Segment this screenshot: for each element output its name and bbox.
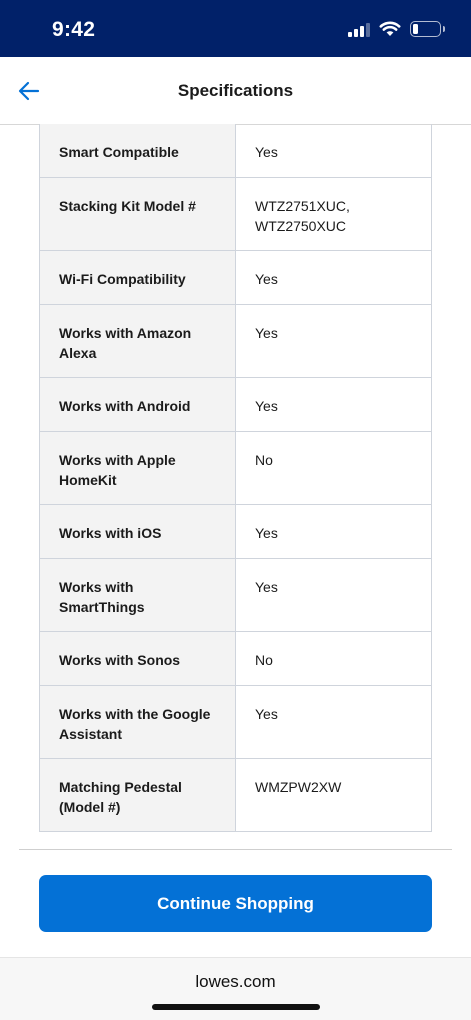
spec-label: Works with Android [40, 378, 236, 431]
spec-label: Smart Compatible [40, 124, 236, 177]
status-bar: 9:42 [0, 0, 471, 57]
spec-value: No [255, 452, 273, 468]
spec-row: Works with Apple HomeKit No [40, 432, 431, 505]
header: Specifications [0, 57, 471, 125]
spec-row: Works with the Google Assistant Yes [40, 686, 431, 759]
home-indicator[interactable] [152, 1004, 320, 1010]
browser-bar: lowes.com [0, 957, 471, 1020]
spec-row: Works with iOS Yes [40, 505, 431, 559]
url-domain[interactable]: lowes.com [0, 972, 471, 992]
spec-row: Smart Compatible Yes [40, 124, 431, 178]
signal-icon [348, 21, 370, 37]
divider [19, 849, 452, 850]
spec-value: Yes [255, 579, 278, 595]
spec-row: Wi-Fi Compatibility Yes [40, 251, 431, 305]
status-time: 9:42 [52, 18, 96, 41]
battery-icon [410, 21, 445, 37]
spec-value: Yes [255, 325, 278, 341]
spec-value: No [255, 652, 273, 668]
spec-row: Stacking Kit Model # WTZ2751XUC, WTZ2750… [40, 178, 431, 251]
spec-table: Smart Compatible Yes Stacking Kit Model … [39, 124, 432, 832]
spec-value: Yes [255, 398, 278, 414]
wifi-icon [379, 21, 401, 36]
continue-shopping-button[interactable]: Continue Shopping [39, 875, 432, 932]
spec-row: Works with Amazon Alexa Yes [40, 305, 431, 378]
spec-label: Stacking Kit Model # [40, 178, 236, 250]
spec-label: Works with Amazon Alexa [40, 305, 236, 377]
spec-row: Works with Sonos No [40, 632, 431, 686]
spec-label: Works with Apple HomeKit [40, 432, 236, 504]
spec-value: Yes [255, 525, 278, 541]
spec-value: Yes [255, 144, 278, 160]
spec-label: Works with Sonos [40, 632, 236, 685]
spec-row: Works with SmartThings Yes [40, 559, 431, 632]
spec-value: Yes [255, 271, 278, 287]
spec-row: Works with Android Yes [40, 378, 431, 432]
spec-label: Matching Pedestal (Model #) [40, 759, 236, 831]
spec-label: Wi-Fi Compatibility [40, 251, 236, 304]
status-icons [348, 21, 445, 37]
spec-row: Matching Pedestal (Model #) WMZPW2XW [40, 759, 431, 832]
spec-value: WTZ2751XUC, WTZ2750XUC [255, 198, 350, 234]
spec-label: Works with iOS [40, 505, 236, 558]
page-title: Specifications [177, 81, 294, 100]
spec-label: Works with SmartThings [40, 559, 236, 631]
spec-value: WMZPW2XW [255, 779, 342, 795]
spec-label: Works with the Google Assistant [40, 686, 236, 758]
spec-value: Yes [255, 706, 278, 722]
